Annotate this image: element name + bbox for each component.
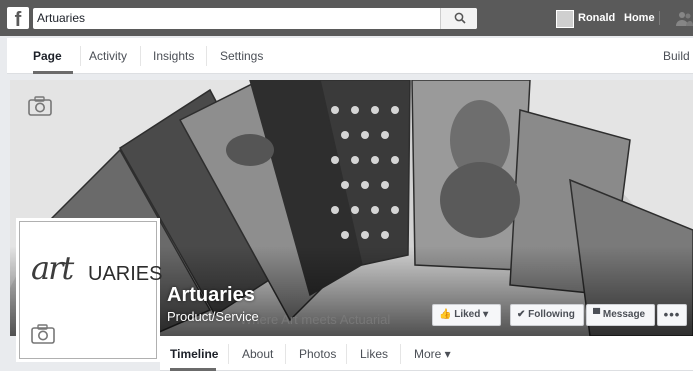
tab-divider — [346, 344, 347, 364]
following-label: Following — [528, 309, 575, 320]
tab-build[interactable]: Build — [663, 49, 690, 63]
search-icon — [454, 12, 466, 24]
tab-divider — [228, 344, 229, 364]
logo-script-text: art — [31, 249, 74, 287]
tab-timeline[interactable]: Timeline — [170, 347, 218, 361]
tab-page[interactable]: Page — [33, 49, 62, 63]
following-button[interactable]: ✔ Following — [510, 304, 584, 326]
tab-about[interactable]: About — [242, 347, 273, 361]
more-options-button[interactable]: ••• — [657, 304, 687, 326]
page-tab-bar: Timeline About Photos Likes More ▾ — [160, 336, 693, 371]
tab-photos[interactable]: Photos — [299, 347, 336, 361]
check-icon: ✔ — [517, 309, 526, 320]
camera-icon[interactable] — [28, 96, 52, 116]
facebook-logo-icon[interactable]: f — [7, 7, 29, 31]
cover-tagline: Where Art meets Actuarial — [240, 312, 391, 327]
active-tab-indicator — [33, 71, 73, 74]
message-label: Message — [602, 309, 646, 320]
tab-divider — [285, 344, 286, 364]
user-avatar[interactable] — [556, 10, 574, 28]
admin-tab-bar: Page Activity Insights Settings Build — [7, 38, 693, 74]
tab-divider — [80, 46, 81, 66]
search-button[interactable] — [440, 8, 477, 29]
tab-insights[interactable]: Insights — [153, 49, 194, 63]
topbar-divider — [659, 11, 660, 25]
tab-activity[interactable]: Activity — [89, 49, 127, 63]
liked-label: Liked — [454, 309, 481, 320]
page-title[interactable]: Artuaries — [167, 284, 255, 307]
user-name-link[interactable]: Ronald — [578, 12, 615, 24]
tab-divider — [206, 46, 207, 66]
tab-more[interactable]: More ▾ — [414, 347, 451, 361]
liked-button[interactable]: 👍 Liked ▾ — [432, 304, 501, 326]
search-input[interactable]: Artuaries — [33, 8, 477, 29]
profile-picture[interactable]: art UARIES — [19, 221, 162, 359]
camera-icon[interactable] — [31, 324, 55, 344]
top-bar: f Artuaries Ronald Home — [0, 0, 693, 36]
tab-likes[interactable]: Likes — [360, 347, 388, 361]
page-category: Product/Service — [167, 309, 259, 324]
tab-divider — [140, 46, 141, 66]
message-button[interactable]: ▀ Message — [586, 304, 655, 326]
tab-settings[interactable]: Settings — [220, 49, 263, 63]
home-link[interactable]: Home — [624, 12, 655, 24]
message-icon: ▀ — [593, 309, 601, 320]
tab-divider — [400, 344, 401, 364]
thumbs-up-icon: 👍 — [439, 309, 452, 320]
friends-icon[interactable] — [676, 10, 693, 27]
logo-caps-text: UARIES — [88, 263, 163, 285]
chevron-down-icon: ▾ — [483, 309, 489, 320]
